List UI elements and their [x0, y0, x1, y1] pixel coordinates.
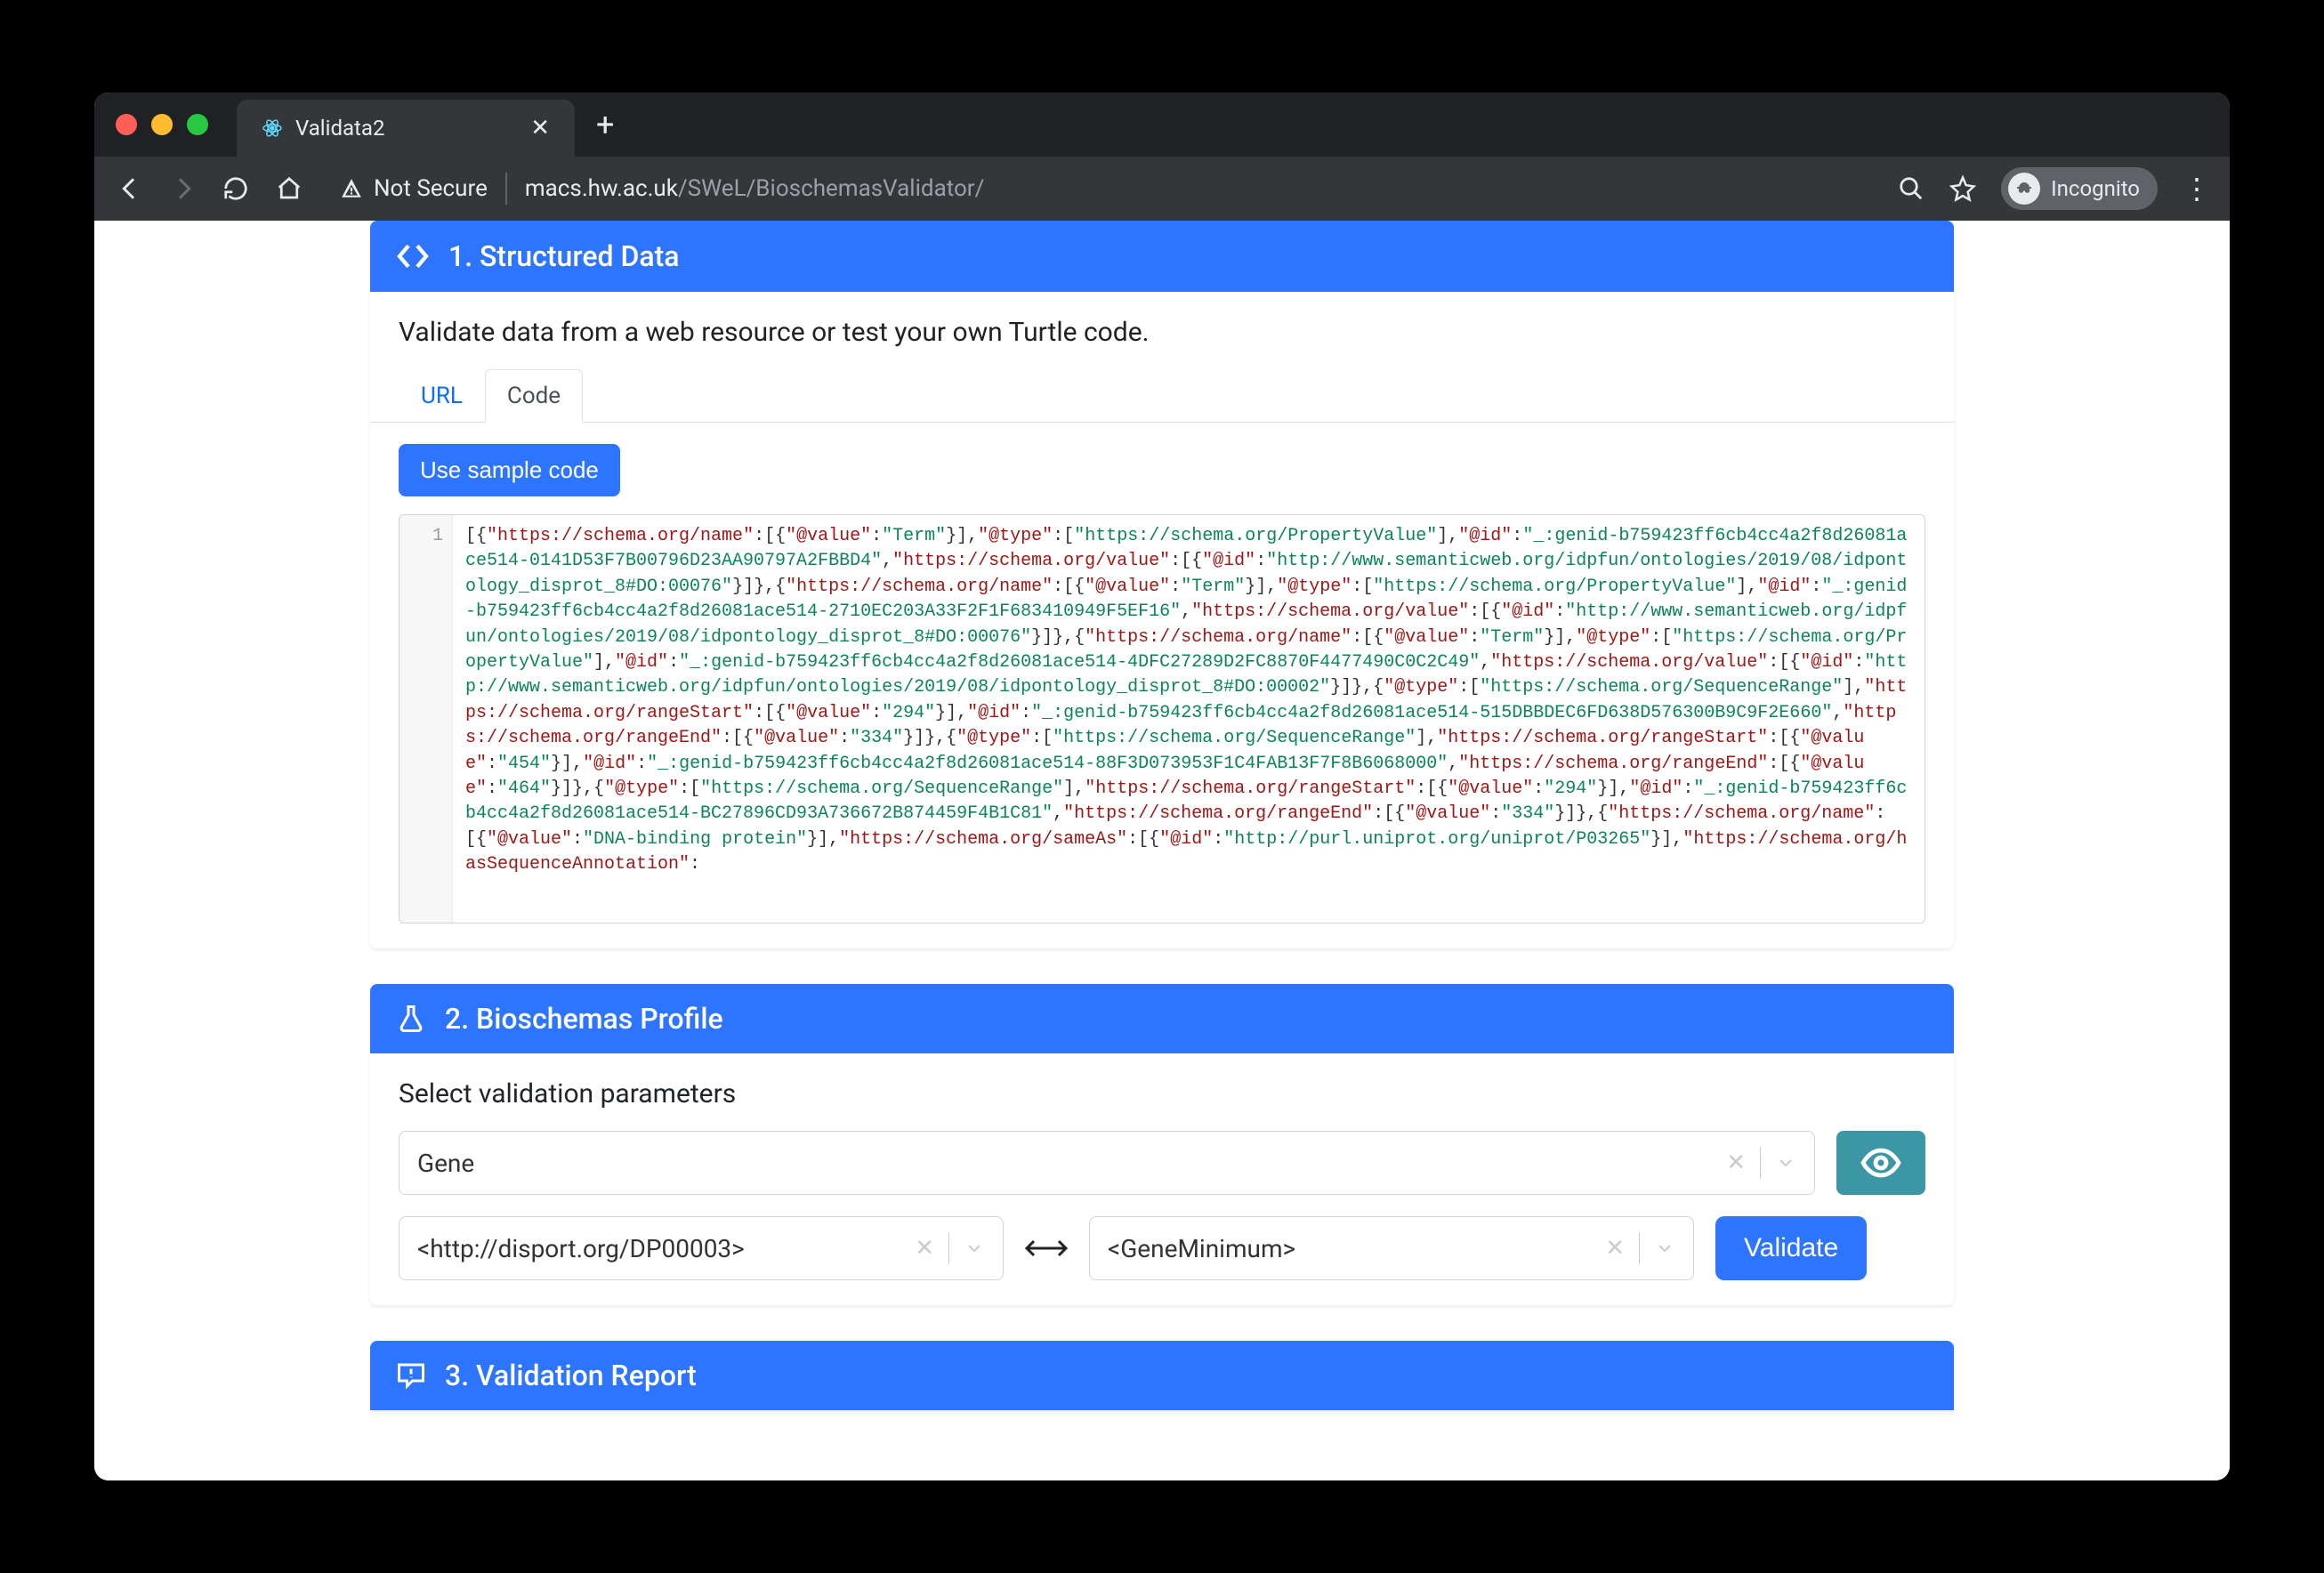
- validation-report-header: 3. Validation Report: [370, 1341, 1954, 1410]
- chevron-down-icon[interactable]: [964, 1238, 985, 1259]
- tab-strip: Validata2 ✕ +: [94, 93, 2230, 157]
- report-icon: [395, 1359, 427, 1392]
- react-favicon-icon: [262, 117, 283, 139]
- browser-tab[interactable]: Validata2 ✕: [237, 100, 575, 157]
- structured-data-header: 1. Structured Data: [370, 221, 1954, 292]
- profile-select[interactable]: Gene ✕: [399, 1131, 1815, 1195]
- window-maximize-button[interactable]: [187, 114, 208, 135]
- bioschemas-profile-header: 2. Bioschemas Profile: [370, 984, 1954, 1053]
- toolbar-right: Incognito ⋮: [1898, 167, 2208, 210]
- divider: [948, 1232, 949, 1264]
- tab-close-button[interactable]: ✕: [530, 115, 550, 141]
- incognito-icon: [2008, 173, 2040, 205]
- bioschemas-profile-panel: 2. Bioschemas Profile Select validation …: [370, 984, 1954, 1305]
- divider: [1639, 1232, 1640, 1264]
- url-display: macs.hw.ac.uk/SWeL/BioschemasValidator/: [525, 175, 1876, 202]
- tab-code[interactable]: Code: [485, 369, 583, 423]
- eye-icon: [1860, 1141, 1902, 1184]
- page-content: 1. Structured Data Validate data from a …: [94, 221, 2230, 1480]
- divider: [1760, 1147, 1761, 1179]
- reload-button[interactable]: [222, 175, 254, 202]
- address-bar-row: Not Secure macs.hw.ac.uk/SWeL/Bioschemas…: [94, 157, 2230, 221]
- home-button[interactable]: [276, 175, 308, 202]
- forward-button[interactable]: [169, 174, 201, 203]
- security-label: Not Secure: [374, 175, 488, 202]
- subject-clear-button[interactable]: ✕: [915, 1235, 934, 1262]
- tab-url[interactable]: URL: [399, 369, 485, 423]
- validation-report-panel: 3. Validation Report: [370, 1341, 1954, 1410]
- window-close-button[interactable]: [116, 114, 137, 135]
- tab-title: Validata2: [295, 116, 384, 141]
- structured-data-title: 1. Structured Data: [448, 239, 680, 273]
- chevron-down-icon[interactable]: [1775, 1152, 1796, 1174]
- chevron-down-icon[interactable]: [1654, 1238, 1675, 1259]
- subject-select[interactable]: <http://disport.org/DP00003> ✕: [399, 1216, 1004, 1280]
- security-status[interactable]: Not Secure: [340, 175, 488, 202]
- preview-button[interactable]: [1836, 1131, 1925, 1195]
- validation-params-label: Select validation parameters: [399, 1078, 1925, 1109]
- code-editor[interactable]: 1 [{"https://schema.org/name":[{"@value"…: [399, 514, 1925, 924]
- window-minimize-button[interactable]: [151, 114, 173, 135]
- window-controls: [116, 114, 208, 135]
- back-button[interactable]: [116, 174, 148, 203]
- shape-select-value: <GeneMinimum>: [1108, 1234, 1295, 1263]
- use-sample-code-button[interactable]: Use sample code: [399, 444, 620, 496]
- browser-menu-button[interactable]: ⋮: [2183, 172, 2208, 206]
- profile-select-value: Gene: [417, 1149, 474, 1178]
- address-bar[interactable]: Not Secure macs.hw.ac.uk/SWeL/Bioschemas…: [340, 173, 1876, 205]
- subject-select-value: <http://disport.org/DP00003>: [417, 1234, 745, 1263]
- incognito-badge[interactable]: Incognito: [2001, 167, 2158, 210]
- profile-clear-button[interactable]: ✕: [1726, 1150, 1746, 1176]
- incognito-label: Incognito: [2051, 176, 2140, 201]
- beaker-icon: [395, 1003, 427, 1035]
- warning-icon: [340, 177, 363, 200]
- structured-data-panel: 1. Structured Data Validate data from a …: [370, 221, 1954, 948]
- code-gutter: 1: [399, 515, 453, 923]
- code-brackets-icon: [395, 238, 431, 274]
- swap-arrows-icon[interactable]: [1025, 1234, 1068, 1262]
- shape-select[interactable]: <GeneMinimum> ✕: [1089, 1216, 1694, 1280]
- search-icon[interactable]: [1898, 175, 1925, 202]
- validate-button[interactable]: Validate: [1715, 1216, 1867, 1280]
- structured-data-lead: Validate data from a web resource or tes…: [399, 317, 1925, 348]
- divider: [505, 173, 507, 205]
- browser-window: Validata2 ✕ + Not Secure macs.hw.ac.uk/S…: [94, 93, 2230, 1480]
- validation-report-title: 3. Validation Report: [445, 1359, 697, 1392]
- input-mode-tabs: URL Code: [370, 369, 1954, 423]
- bookmark-star-icon[interactable]: [1949, 175, 1976, 202]
- code-body[interactable]: [{"https://schema.org/name":[{"@value":"…: [453, 515, 1925, 923]
- shape-clear-button[interactable]: ✕: [1605, 1235, 1625, 1262]
- bioschemas-title: 2. Bioschemas Profile: [445, 1002, 723, 1036]
- new-tab-button[interactable]: +: [596, 106, 614, 143]
